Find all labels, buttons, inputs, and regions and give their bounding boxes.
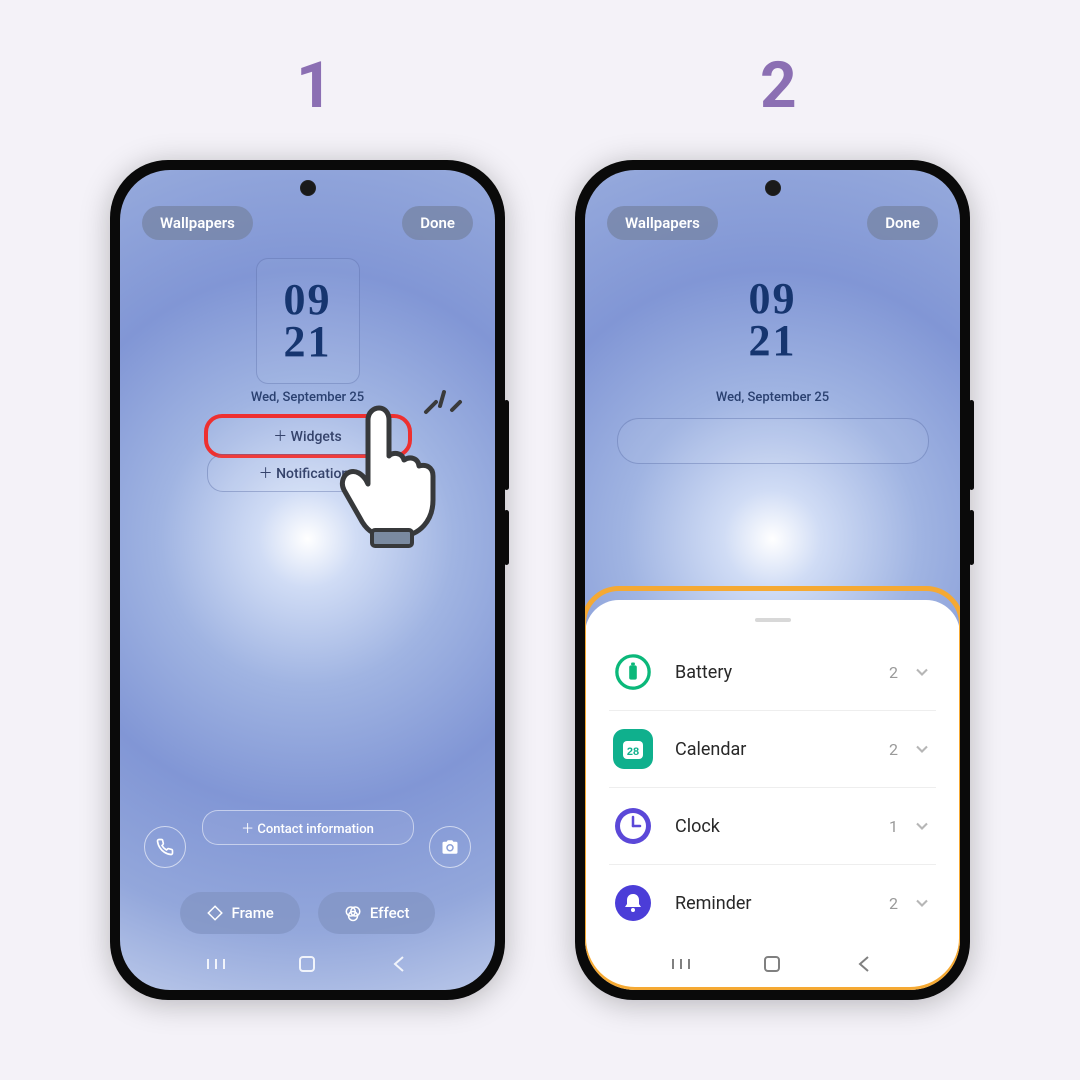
widget-slot[interactable] bbox=[617, 418, 929, 464]
phone-frame-1: Wallpapers Done 09 21 Wed, September 25 … bbox=[110, 160, 505, 1000]
date-label: Wed, September 25 bbox=[251, 390, 364, 405]
frame-icon bbox=[206, 904, 224, 922]
drag-handle[interactable] bbox=[755, 618, 791, 622]
add-widgets-button[interactable]: ＋ Widgets bbox=[204, 414, 412, 458]
camera-shortcut[interactable] bbox=[429, 826, 471, 868]
clock-widget[interactable]: 09 21 bbox=[722, 258, 824, 382]
volume-button bbox=[504, 510, 509, 565]
screen-2: Wallpapers Done 09 21 Wed, September 25 … bbox=[585, 170, 960, 990]
nav-recents[interactable] bbox=[205, 953, 227, 975]
clock-hour: 09 bbox=[749, 278, 797, 320]
phone-frame-2: Wallpapers Done 09 21 Wed, September 25 … bbox=[575, 160, 970, 1000]
widget-count: 2 bbox=[889, 740, 898, 759]
chevron-down-icon bbox=[912, 739, 932, 759]
effect-label: Effect bbox=[370, 904, 410, 922]
camera-notch bbox=[765, 180, 781, 196]
svg-text:28: 28 bbox=[627, 746, 639, 758]
clock-minute: 21 bbox=[749, 320, 797, 362]
widget-count: 2 bbox=[889, 663, 898, 682]
date-label: Wed, September 25 bbox=[716, 390, 829, 405]
clock-minute: 21 bbox=[284, 321, 332, 363]
nav-home[interactable] bbox=[296, 953, 318, 975]
effect-button[interactable]: Effect bbox=[318, 892, 436, 934]
battery-icon bbox=[614, 653, 652, 691]
widget-row-calendar[interactable]: 28 Calendar 2 bbox=[609, 711, 936, 788]
widget-label: Reminder bbox=[675, 893, 889, 914]
nav-back[interactable] bbox=[853, 953, 875, 975]
done-button[interactable]: Done bbox=[867, 206, 938, 240]
step-label-1: 1 bbox=[296, 48, 333, 123]
nav-home[interactable] bbox=[761, 953, 783, 975]
add-notifications-button[interactable]: ＋ Notifications bbox=[207, 454, 409, 492]
wallpapers-button[interactable]: Wallpapers bbox=[142, 206, 253, 240]
widget-count: 2 bbox=[889, 894, 898, 913]
calendar-icon: 28 bbox=[619, 735, 647, 763]
nav-back[interactable] bbox=[388, 953, 410, 975]
step-label-2: 2 bbox=[760, 48, 797, 123]
bottom-tools: Frame Effect bbox=[180, 892, 436, 934]
screen-1: Wallpapers Done 09 21 Wed, September 25 … bbox=[120, 170, 495, 990]
power-button bbox=[969, 400, 974, 490]
camera-notch bbox=[300, 180, 316, 196]
frame-button[interactable]: Frame bbox=[180, 892, 300, 934]
clock-icon bbox=[613, 806, 653, 846]
nav-recents[interactable] bbox=[670, 953, 692, 975]
phone-shortcut[interactable] bbox=[144, 826, 186, 868]
widget-row-battery[interactable]: Battery 2 bbox=[609, 634, 936, 711]
nav-bar bbox=[585, 948, 960, 980]
add-contact-info-button[interactable]: ＋ Contact information bbox=[202, 810, 414, 845]
widget-picker-panel: Battery 2 28 Calendar 2 Clock 1 bbox=[585, 600, 960, 990]
widget-count: 1 bbox=[889, 817, 898, 836]
power-button bbox=[504, 400, 509, 490]
widget-row-clock[interactable]: Clock 1 bbox=[609, 788, 936, 865]
chevron-down-icon bbox=[912, 816, 932, 836]
done-button[interactable]: Done bbox=[402, 206, 473, 240]
widget-label: Battery bbox=[675, 662, 889, 683]
volume-button bbox=[969, 510, 974, 565]
effect-icon bbox=[344, 904, 362, 922]
chevron-down-icon bbox=[912, 662, 932, 682]
reminder-icon bbox=[613, 883, 653, 923]
phone-icon bbox=[156, 838, 174, 856]
clock-hour: 09 bbox=[284, 279, 332, 321]
wallpapers-button[interactable]: Wallpapers bbox=[607, 206, 718, 240]
nav-bar bbox=[120, 948, 495, 980]
chevron-down-icon bbox=[912, 893, 932, 913]
widget-label: Calendar bbox=[675, 739, 889, 760]
widget-row-reminder[interactable]: Reminder 2 bbox=[609, 865, 936, 941]
camera-icon bbox=[441, 838, 459, 856]
frame-label: Frame bbox=[232, 904, 274, 922]
clock-widget[interactable]: 09 21 bbox=[256, 258, 360, 384]
widget-label: Clock bbox=[675, 816, 889, 837]
